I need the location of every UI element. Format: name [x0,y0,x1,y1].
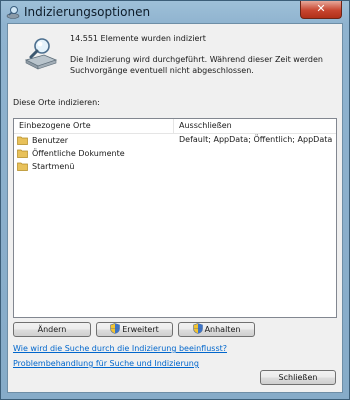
advanced-button[interactable]: Erweitert [96,322,173,337]
indexing-options-window: Indizierungsoptionen ✕ 14.551 Elemente w… [0,0,350,400]
modify-button[interactable]: Ändern [13,322,91,337]
folder-icon [17,136,28,145]
advanced-button-label: Erweitert [122,325,159,334]
folder-icon [17,162,28,171]
location-name: Benutzer [32,136,69,145]
window-title: Indizierungsoptionen [24,5,151,19]
dialog-content: 14.551 Elemente wurden indiziert Die Ind… [7,23,343,393]
location-name: Öffentliche Dokumente [32,149,125,158]
pause-button[interactable]: Anhalten [178,322,255,337]
indexing-status-icon [24,38,58,70]
list-item[interactable]: Öffentliche Dokumente [17,148,125,160]
pause-button-label: Anhalten [204,325,241,334]
list-header: Einbezogene Orte Ausschließen [14,119,336,134]
column-header-exclude[interactable]: Ausschließen [174,119,336,133]
indexing-app-icon [6,6,20,19]
close-button[interactable]: Schließen [260,370,336,385]
index-locations-label: Diese Orte indizieren: [13,98,100,107]
list-item[interactable]: Startmenü [17,161,74,173]
indexing-info-text: Die Indizierung wird durchgeführt. Währe… [70,55,323,75]
troubleshoot-link[interactable]: Problembehandlung für Suche und Indizier… [13,359,199,368]
close-button-label: Schließen [278,373,318,382]
location-name: Startmenü [32,162,75,171]
folder-icon [17,149,28,158]
how-search-affected-link[interactable]: Wie wird die Suche durch die Indizierung… [13,344,227,353]
list-item[interactable]: Benutzer [17,135,68,147]
indexed-count-text: 14.551 Elemente wurden indiziert [70,34,206,43]
uac-shield-icon [192,323,203,334]
locations-list[interactable]: Einbezogene Orte Ausschließen Benutzer D… [13,118,337,318]
modify-button-label: Ändern [37,325,67,334]
title-bar[interactable]: Indizierungsoptionen ✕ [1,1,349,23]
uac-shield-icon [110,323,121,334]
location-exclusions: Default; AppData; Öffentlich; AppData [179,135,333,144]
close-window-button[interactable]: ✕ [300,1,342,19]
column-header-included[interactable]: Einbezogene Orte [14,119,174,133]
